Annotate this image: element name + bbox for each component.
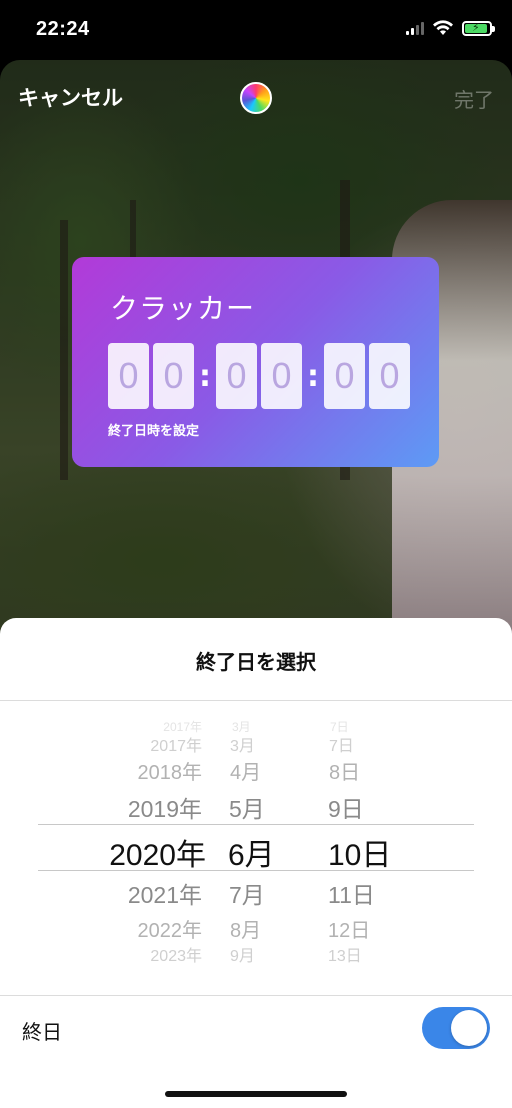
- status-bar: 22:24 ⚡: [0, 0, 512, 60]
- sheet-title: 終了日を選択: [196, 650, 316, 674]
- countdown-title[interactable]: クラッカー: [110, 287, 255, 327]
- countdown-digit: 0: [324, 343, 365, 409]
- cancel-button[interactable]: キャンセル: [18, 82, 123, 112]
- countdown-sticker[interactable]: クラッカー 0 0 : 0 0 : 0 0 終了日時を設定: [72, 257, 439, 467]
- day-option[interactable]: 8日: [329, 756, 360, 785]
- countdown-digit: 0: [108, 343, 149, 409]
- battery-icon: ⚡: [462, 20, 495, 36]
- toggle-knob: [451, 1010, 487, 1046]
- countdown-digit: 0: [261, 343, 302, 409]
- cellular-signal-icon: [406, 21, 424, 35]
- countdown-digit: 0: [153, 343, 194, 409]
- story-editor: キャンセル 完了 クラッカー 0 0 : 0 0 : 0 0 終了日時を設定: [0, 60, 512, 660]
- year-option[interactable]: 2021年: [102, 876, 202, 910]
- countdown-separator: :: [307, 358, 319, 394]
- month-option[interactable]: 3月: [230, 732, 255, 756]
- date-picker[interactable]: 2017年 2017年 2018年 2019年 2020年 2021年 2022…: [0, 716, 512, 966]
- divider: [0, 700, 512, 701]
- picker-selection-top: [38, 824, 474, 825]
- background-photo: [60, 220, 68, 480]
- year-option[interactable]: 2019年: [102, 790, 202, 824]
- set-end-date-link[interactable]: 終了日時を設定: [108, 420, 199, 439]
- year-option-selected[interactable]: 2020年: [102, 830, 206, 874]
- day-option[interactable]: 11日: [328, 876, 375, 910]
- all-day-label: 終日: [22, 1020, 62, 1044]
- all-day-toggle[interactable]: [422, 1007, 490, 1049]
- month-option[interactable]: 9月: [230, 942, 255, 966]
- year-option[interactable]: 2023年: [102, 942, 202, 966]
- countdown-digits: 0 0 : 0 0 : 0 0: [108, 343, 414, 409]
- status-icons: ⚡: [406, 20, 495, 36]
- month-option[interactable]: 4月: [230, 756, 261, 785]
- countdown-separator: :: [199, 358, 211, 394]
- month-option[interactable]: 5月: [229, 790, 265, 824]
- status-time: 22:24: [36, 18, 90, 40]
- day-option[interactable]: 13日: [328, 942, 362, 966]
- countdown-digit: 0: [369, 343, 410, 409]
- done-button[interactable]: 完了: [454, 84, 494, 113]
- year-option[interactable]: 2018年: [102, 756, 203, 785]
- home-indicator[interactable]: [165, 1091, 347, 1097]
- countdown-digit: 0: [216, 343, 257, 409]
- day-option[interactable]: 12日: [328, 914, 370, 943]
- divider: [0, 995, 512, 996]
- day-option[interactable]: 9日: [328, 790, 364, 824]
- end-date-sheet: 終了日を選択 2017年 2017年 2018年 2019年 2020年 202…: [0, 618, 512, 1108]
- year-option[interactable]: 2017年: [102, 732, 202, 756]
- month-option[interactable]: 7月: [229, 876, 265, 910]
- year-option[interactable]: 2022年: [102, 914, 203, 943]
- month-option[interactable]: 8月: [230, 914, 261, 943]
- month-option-selected[interactable]: 6月: [228, 830, 275, 874]
- day-option-selected[interactable]: 10日: [328, 830, 391, 874]
- day-option[interactable]: 7日: [329, 732, 354, 756]
- color-picker-button[interactable]: [240, 82, 272, 114]
- wifi-icon: [433, 20, 453, 35]
